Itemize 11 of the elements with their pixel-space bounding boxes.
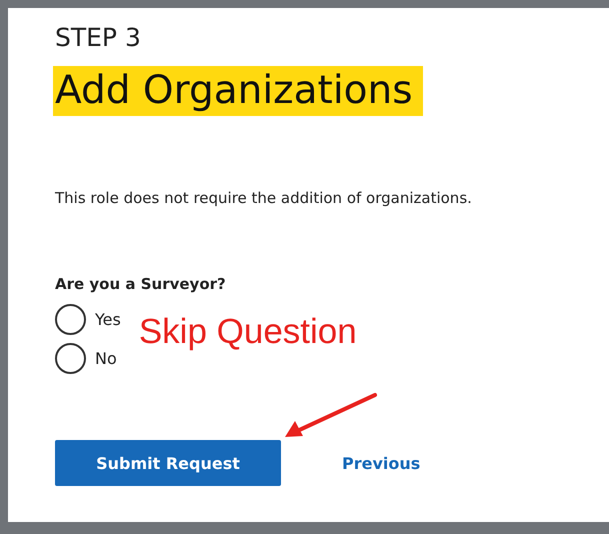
annotation-text: Skip Question xyxy=(138,312,357,352)
previous-link[interactable]: Previous xyxy=(342,454,420,472)
option-label[interactable]: No xyxy=(95,349,117,368)
question-label: Are you a Surveyor? xyxy=(55,274,227,294)
page-title: Add Organizations xyxy=(53,66,423,116)
radio-button[interactable] xyxy=(55,304,86,335)
radio-button[interactable] xyxy=(55,343,86,374)
submit-button[interactable]: Submit Request xyxy=(55,440,281,486)
description: This role does not require the addition of organizations. xyxy=(55,188,473,208)
option-label[interactable]: Yes xyxy=(95,310,121,329)
step-label: STEP 3 xyxy=(55,22,142,54)
